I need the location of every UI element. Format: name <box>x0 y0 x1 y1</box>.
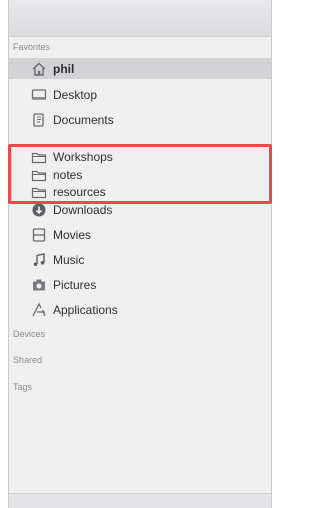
sidebar-item-phil[interactable]: phil <box>9 58 271 79</box>
sidebar-item-label: resources <box>53 184 106 199</box>
music-icon <box>31 252 47 268</box>
favorites-header: Favorites <box>13 42 51 52</box>
sidebar-item-label: notes <box>53 167 83 182</box>
devices-header: Devices <box>13 329 46 339</box>
tags-header: Tags <box>13 382 33 392</box>
home-icon <box>31 61 47 77</box>
desktop-icon <box>31 87 47 103</box>
sidebar-bottom-bar <box>9 493 271 508</box>
sidebar-item-label: Downloads <box>53 202 113 217</box>
sidebar-item-label: Pictures <box>53 277 97 292</box>
applications-icon <box>31 302 47 318</box>
sidebar-item-label: Workshops <box>53 149 113 164</box>
window-title-bar[interactable] <box>9 0 271 37</box>
downloads-icon <box>31 202 47 218</box>
sidebar-item-label: Desktop <box>53 87 98 102</box>
sidebar-item-movies[interactable]: Movies <box>9 224 271 245</box>
sidebar-item-label: Applications <box>53 302 118 317</box>
pictures-icon <box>31 277 47 293</box>
sidebar-item-label: Documents <box>53 112 114 127</box>
sidebar-item-label: Movies <box>53 227 92 242</box>
sidebar-item-documents[interactable]: Documents <box>9 109 271 130</box>
folder-icon <box>31 149 47 165</box>
sidebar-item-desktop[interactable]: Desktop <box>9 84 271 105</box>
documents-icon <box>31 112 47 128</box>
sidebar-item-label: phil <box>53 61 75 76</box>
sidebar-item-pictures[interactable]: Pictures <box>9 274 271 295</box>
finder-sidebar: Favorites phil Desktop Documents Worksho… <box>8 0 272 508</box>
sidebar-item-downloads[interactable]: Downloads <box>9 199 271 220</box>
folder-icon <box>31 184 47 200</box>
sidebar-item-applications[interactable]: Applications <box>9 299 271 320</box>
movies-icon <box>31 227 47 243</box>
sidebar-item-label: Music <box>53 252 85 267</box>
sidebar-item-music[interactable]: Music <box>9 249 271 270</box>
shared-header: Shared <box>13 355 43 365</box>
